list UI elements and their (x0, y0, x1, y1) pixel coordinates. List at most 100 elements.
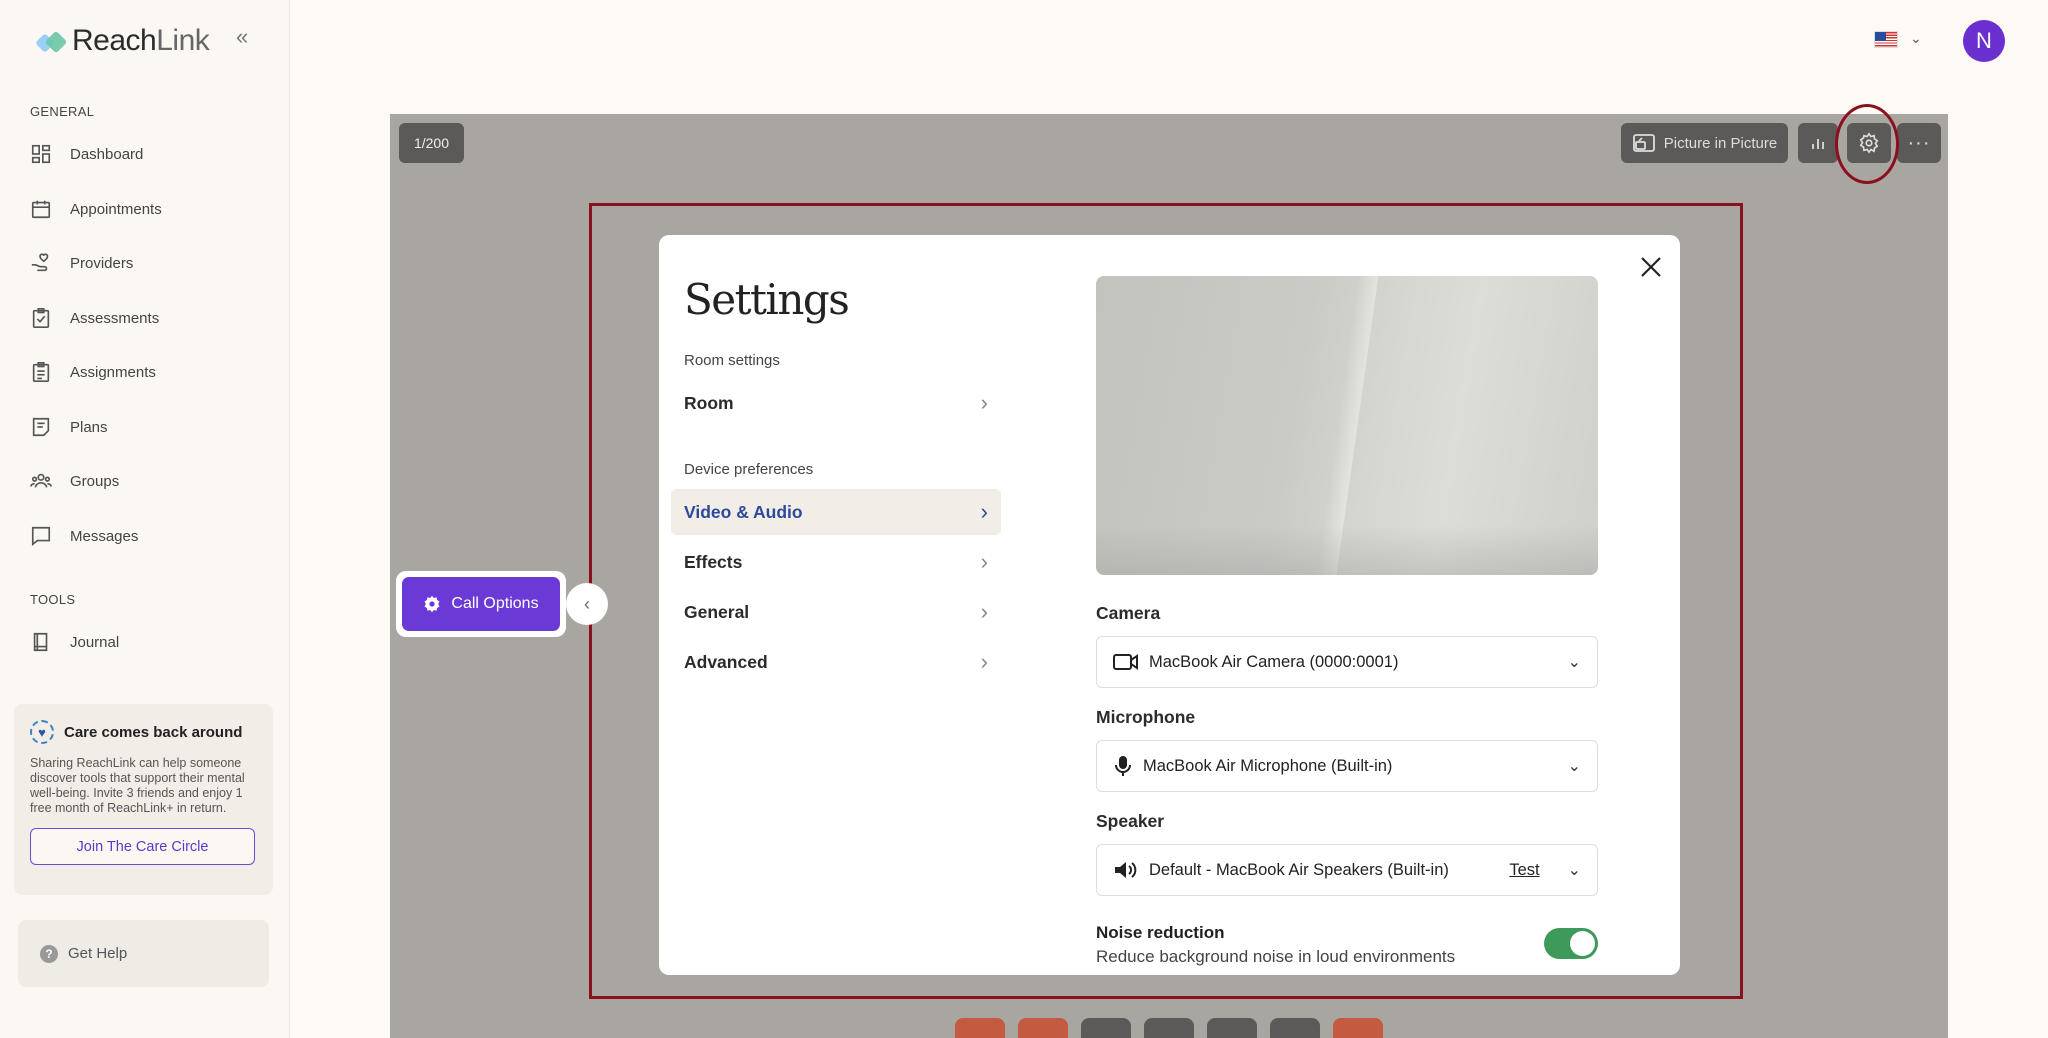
chevron-right-icon: › (980, 499, 988, 524)
settings-nav-video-audio[interactable]: Video & Audio › (671, 489, 1001, 535)
get-help-label: Get Help (68, 945, 128, 962)
settings-nav-label: Effects (684, 551, 743, 572)
settings-modal: Settings Room settings Room › Device pref… (659, 235, 1680, 975)
device-preferences-label: Device preferences (684, 461, 814, 478)
sidebar-item-label: Journal (70, 633, 120, 651)
logo-mark-icon (35, 30, 68, 54)
noise-reduction-toggle[interactable] (1544, 928, 1598, 959)
control-button[interactable] (1207, 1018, 1257, 1038)
us-flag-icon[interactable] (1874, 31, 1898, 48)
call-options-button[interactable]: Call Options (402, 577, 560, 631)
settings-nav-advanced[interactable]: Advanced › (671, 639, 1001, 685)
sidebar-item-groups[interactable]: Groups (30, 466, 270, 496)
camera-toggle-button[interactable] (955, 1018, 1005, 1038)
chevron-right-icon: › (980, 649, 988, 674)
speaker-select[interactable]: Default - MacBook Air Speakers (Built-in… (1096, 844, 1598, 896)
collapse-sidebar-icon[interactable]: « (236, 26, 258, 48)
calendar-icon (31, 200, 51, 219)
sidebar-item-label: Groups (70, 472, 120, 490)
close-button[interactable] (1635, 251, 1667, 283)
sidebar-item-label: Appointments (70, 200, 162, 218)
clipboard-list-icon (32, 362, 50, 382)
speaker-value: Default - MacBook Air Speakers (Built-in… (1149, 860, 1449, 879)
help-icon: ? (40, 944, 58, 963)
groups-icon (30, 473, 52, 488)
chevron-left-icon[interactable]: ‹ (566, 583, 608, 625)
microphone-toggle-button[interactable] (1018, 1018, 1068, 1038)
control-button[interactable] (1144, 1018, 1194, 1038)
speaker-test-link[interactable]: Test (1509, 861, 1539, 880)
control-button[interactable] (1270, 1018, 1320, 1038)
reachlink-logo[interactable]: ReachLink (35, 24, 210, 58)
camera-select[interactable]: MacBook Air Camera (0000:0001) ⌄ (1096, 636, 1598, 688)
room-settings-label: Room settings (684, 352, 780, 369)
sidebar-item-plans[interactable]: Plans (30, 412, 270, 442)
language-chevron-down-icon[interactable]: ⌄ (1910, 30, 1922, 47)
sidebar-item-providers[interactable]: Providers (30, 248, 270, 278)
settings-nav-general[interactable]: General › (671, 589, 1001, 635)
avatar[interactable]: N (1963, 20, 2005, 62)
microphone-select[interactable]: MacBook Air Microphone (Built-in) ⌄ (1096, 740, 1598, 792)
heart-badge-icon: ♥ (30, 720, 54, 744)
sidebar-item-label: Plans (70, 418, 108, 436)
end-call-button[interactable] (1333, 1018, 1383, 1038)
settings-nav-label: Video & Audio (684, 501, 803, 522)
call-controls-bar (955, 1018, 1383, 1038)
dashboard-icon (31, 144, 51, 164)
settings-nav-room[interactable]: Room › (671, 380, 1001, 426)
control-button[interactable] (1081, 1018, 1131, 1038)
sidebar-item-appointments[interactable]: Appointments (30, 194, 270, 224)
picture-in-picture-icon (1632, 134, 1655, 152)
speaker-label: Speaker (1096, 811, 1165, 831)
noise-reduction-description: Reduce background noise in loud environm… (1096, 947, 1456, 966)
video-camera-icon (1113, 654, 1138, 670)
clipboard-check-icon (32, 308, 50, 328)
microphone-icon (1115, 756, 1131, 776)
noise-reduction-title: Noise reduction (1096, 923, 1225, 942)
sidebar-item-dashboard[interactable]: Dashboard (30, 139, 270, 169)
get-help-button[interactable]: ? Get Help (18, 920, 269, 987)
message-icon (31, 526, 51, 546)
close-icon (1641, 257, 1661, 277)
chevron-right-icon: › (980, 390, 988, 415)
modal-title: Settings (684, 275, 850, 324)
bar-chart-icon (1812, 139, 1824, 149)
settings-nav-label: Room (684, 392, 734, 413)
settings-nav-label: Advanced (684, 651, 768, 672)
section-label-tools: TOOLS (30, 592, 76, 607)
more-options-button[interactable]: ··· (1897, 123, 1941, 163)
sidebar-item-messages[interactable]: Messages (30, 521, 270, 551)
provider-hand-icon (31, 253, 49, 272)
call-options-label: Call Options (451, 595, 539, 612)
sidebar-item-label: Assignments (70, 363, 156, 381)
section-label-general: GENERAL (30, 104, 95, 119)
call-options-container: Call Options (396, 571, 566, 637)
sidebar: ReachLink « GENERAL Dashboard Appointmen… (0, 0, 290, 1038)
journal-icon (33, 632, 48, 652)
picture-in-picture-button[interactable]: Picture in Picture (1621, 123, 1788, 163)
sidebar-item-assignments[interactable]: Assignments (30, 357, 270, 387)
join-care-circle-button[interactable]: Join The Care Circle (30, 828, 255, 865)
logo-text-thin: Link (156, 24, 210, 57)
chevron-down-icon: ⌄ (1567, 758, 1581, 775)
more-dots-icon: ··· (1907, 131, 1931, 154)
gear-icon (424, 595, 440, 613)
sidebar-item-label: Assessments (70, 309, 160, 327)
camera-value: MacBook Air Camera (0000:0001) (1149, 652, 1399, 671)
sidebar-item-journal[interactable]: Journal (30, 627, 270, 657)
sidebar-item-assessments[interactable]: Assessments (30, 303, 270, 333)
camera-preview (1096, 276, 1598, 575)
care-body: Sharing ReachLink can help someone disco… (30, 756, 245, 815)
settings-highlight-ring (1835, 104, 1899, 184)
microphone-value: MacBook Air Microphone (Built-in) (1143, 756, 1393, 775)
chevron-right-icon: › (980, 549, 988, 574)
camera-label: Camera (1096, 603, 1161, 623)
microphone-label: Microphone (1096, 707, 1196, 727)
stats-button[interactable] (1798, 123, 1838, 163)
sidebar-item-label: Messages (70, 527, 139, 545)
speaker-icon (1115, 862, 1137, 878)
pip-label: Picture in Picture (1663, 134, 1778, 152)
settings-nav-effects[interactable]: Effects › (671, 539, 1001, 585)
plan-note-icon (32, 417, 50, 437)
chevron-down-icon: ⌄ (1567, 654, 1581, 671)
